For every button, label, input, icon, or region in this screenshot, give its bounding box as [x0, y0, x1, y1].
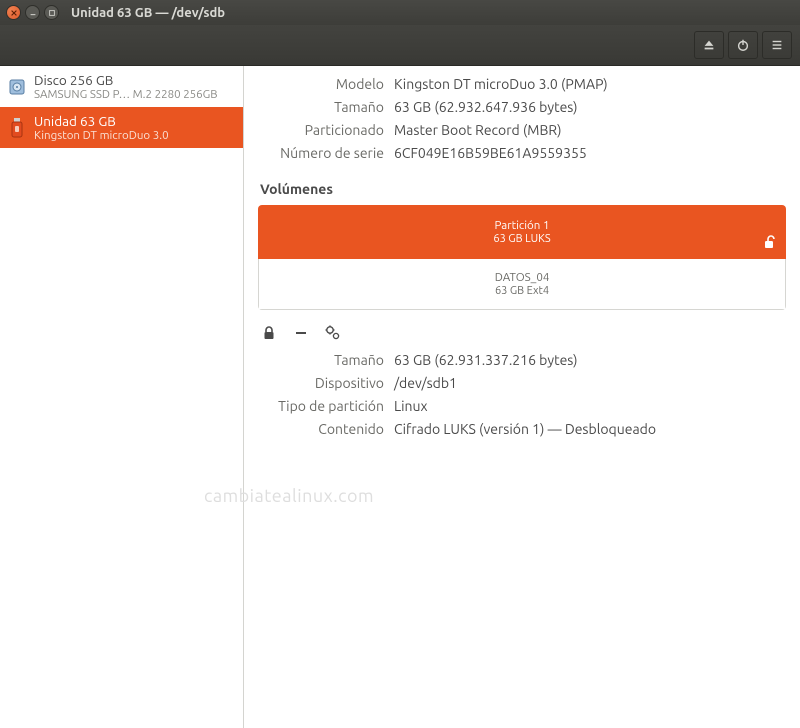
sidebar-item-name: Unidad 63 GB: [34, 113, 235, 129]
minimize-icon: [29, 9, 37, 17]
value-part-device: /dev/sdb1: [394, 375, 786, 391]
window-minimize-button[interactable]: [25, 5, 40, 20]
sidebar: Disco 256 GB SAMSUNG SSD P… M.2 2280 256…: [0, 66, 244, 728]
label-size: Tamaño: [258, 99, 384, 115]
lock-button[interactable]: [260, 324, 278, 342]
eject-button[interactable]: [694, 31, 724, 59]
volume-luks[interactable]: Partición 1 63 GB LUKS: [258, 205, 786, 259]
lock-icon: [261, 325, 277, 341]
sidebar-item-name: Disco 256 GB: [34, 72, 235, 88]
minus-icon: [293, 325, 309, 341]
value-model: Kingston DT microDuo 3.0 (PMAP): [394, 76, 786, 92]
gears-icon: [325, 325, 341, 341]
volume-diagram: Partición 1 63 GB LUKS DATOS_04 63 GB Ex…: [258, 205, 786, 310]
label-model: Modelo: [258, 76, 384, 92]
label-part-content: Contenido: [258, 421, 384, 437]
titlebar: Unidad 63 GB — /dev/sdb: [0, 0, 800, 25]
value-part-size: 63 GB (62.931.337.216 bytes): [394, 352, 786, 368]
volume-luks-name: Partición 1: [266, 219, 778, 232]
maximize-icon: [48, 9, 56, 17]
value-serial: 6CF049E16B59BE61A9559355: [394, 145, 786, 161]
value-part-content: Cifrado LUKS (versión 1) — Desbloqueado: [394, 421, 786, 437]
detail-pane: Modelo Kingston DT microDuo 3.0 (PMAP) T…: [244, 66, 800, 728]
toolbar: [0, 25, 800, 66]
value-size: 63 GB (62.932.647.936 bytes): [394, 99, 786, 115]
eject-icon: [702, 38, 716, 52]
label-part-device: Dispositivo: [258, 375, 384, 391]
volume-luks-size: 63 GB LUKS: [266, 233, 778, 245]
usb-drive-icon: [8, 118, 26, 138]
minus-button[interactable]: [292, 324, 310, 342]
label-part-type: Tipo de partición: [258, 398, 384, 414]
hdd-icon: [8, 77, 26, 97]
power-icon: [736, 38, 750, 52]
sidebar-item-sub: Kingston DT microDuo 3.0: [34, 129, 235, 142]
volume-actions: [260, 324, 784, 342]
volume-fs-size: 63 GB Ext4: [267, 285, 777, 297]
label-partitioning: Particionado: [258, 122, 384, 138]
sidebar-item-disk-0[interactable]: Disco 256 GB SAMSUNG SSD P… M.2 2280 256…: [0, 66, 243, 107]
power-button[interactable]: [728, 31, 758, 59]
volumes-heading: Volúmenes: [260, 181, 786, 197]
sidebar-item-sub: SAMSUNG SSD P… M.2 2280 256GB: [34, 88, 235, 101]
sidebar-item-disk-1[interactable]: Unidad 63 GB Kingston DT microDuo 3.0: [0, 107, 243, 148]
value-partitioning: Master Boot Record (MBR): [394, 122, 786, 138]
hamburger-icon: [770, 38, 784, 52]
volume-fs[interactable]: DATOS_04 63 GB Ext4: [258, 259, 786, 310]
volume-fs-name: DATOS_04: [267, 271, 777, 284]
unlocked-icon: [762, 234, 778, 253]
partition-info: Tamaño 63 GB (62.931.337.216 bytes) Disp…: [258, 352, 786, 437]
window-title: Unidad 63 GB — /dev/sdb: [71, 6, 225, 20]
main-area: Disco 256 GB SAMSUNG SSD P… M.2 2280 256…: [0, 66, 800, 728]
value-part-type: Linux: [394, 398, 786, 414]
window-close-button[interactable]: [6, 5, 21, 20]
menu-button[interactable]: [762, 31, 792, 59]
drive-info: Modelo Kingston DT microDuo 3.0 (PMAP) T…: [258, 76, 786, 161]
gears-button[interactable]: [324, 324, 342, 342]
label-part-size: Tamaño: [258, 352, 384, 368]
label-serial: Número de serie: [258, 145, 384, 161]
close-icon: [10, 9, 18, 17]
window-maximize-button[interactable]: [44, 5, 59, 20]
